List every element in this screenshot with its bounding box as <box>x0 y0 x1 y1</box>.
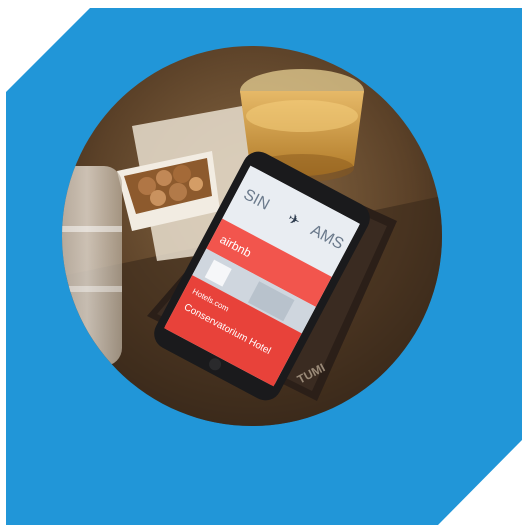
post-tile: TUMI SIN AMS ✈ airbnb Hotels.com Conserv… <box>0 0 522 525</box>
circular-photo: TUMI SIN AMS ✈ airbnb Hotels.com Conserv… <box>62 46 442 426</box>
photo-illustration: TUMI SIN AMS ✈ airbnb Hotels.com Conserv… <box>62 46 442 426</box>
